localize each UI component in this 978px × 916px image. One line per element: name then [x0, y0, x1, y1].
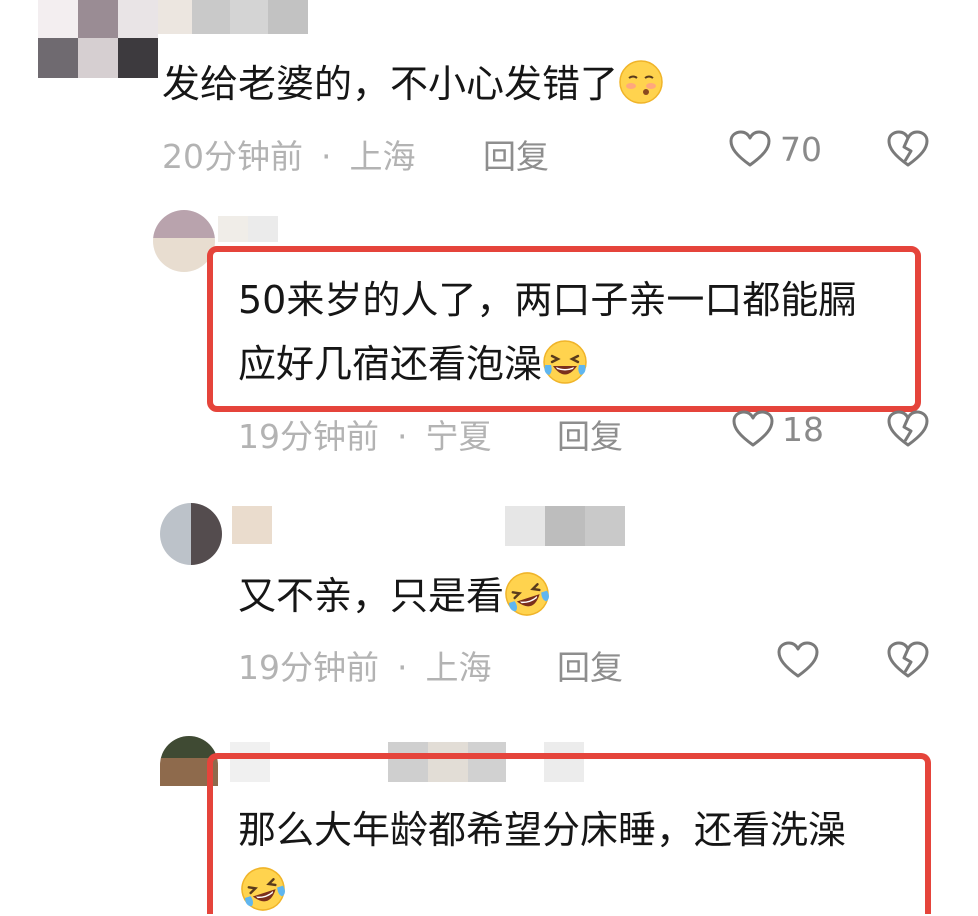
laughing-crying-emoji-icon	[504, 571, 550, 617]
location: 上海	[425, 648, 492, 687]
reply-button[interactable]: 回复	[557, 641, 623, 689]
broken-heart-icon[interactable]	[886, 409, 930, 449]
broken-heart-icon[interactable]	[886, 640, 930, 680]
username-blurred[interactable]	[232, 506, 272, 544]
username-blurred[interactable]	[505, 506, 625, 546]
comment-text: 发给老婆的，不小心发错了	[162, 56, 664, 113]
comment-text-line2: 应好几宿还看泡澡	[238, 336, 588, 393]
username-blurred[interactable]	[218, 216, 278, 242]
broken-heart-icon[interactable]	[886, 129, 930, 169]
avatar[interactable]	[160, 503, 222, 565]
comment-meta: 20分钟前 · 上海	[162, 130, 416, 178]
avatar[interactable]	[38, 0, 158, 78]
laughing-crying-emoji-icon	[240, 866, 286, 912]
comment-text: 又不亲，只是看	[238, 568, 550, 625]
reply-button[interactable]: 回复	[557, 410, 623, 458]
comment-meta: 19分钟前 · 上海	[238, 641, 492, 689]
separator: ·	[397, 417, 408, 456]
location: 上海	[349, 137, 416, 176]
like-count: 18	[782, 410, 824, 449]
reply-button[interactable]: 回复	[483, 130, 549, 178]
separator: ·	[321, 137, 332, 176]
avatar[interactable]	[153, 210, 215, 272]
separator: ·	[397, 648, 408, 687]
laughing-crying-emoji-icon	[542, 339, 588, 385]
timestamp: 20分钟前	[162, 137, 303, 176]
comment-text: 那么大年龄都希望分床睡，还看洗澡	[238, 808, 847, 852]
username-blurred[interactable]	[158, 0, 308, 34]
heart-outline-icon[interactable]	[776, 640, 820, 680]
flushed-emoji-icon	[618, 59, 664, 105]
like-count: 70	[780, 130, 822, 169]
location: 宁夏	[425, 417, 492, 456]
comment-text-line1: 50来岁的人了，两口子亲一口都能膈	[238, 278, 857, 322]
timestamp: 19分钟前	[238, 648, 379, 687]
heart-outline-icon[interactable]	[731, 409, 775, 449]
comment-meta: 19分钟前 · 宁夏	[238, 410, 492, 458]
heart-outline-icon[interactable]	[728, 129, 772, 169]
timestamp: 19分钟前	[238, 417, 379, 456]
